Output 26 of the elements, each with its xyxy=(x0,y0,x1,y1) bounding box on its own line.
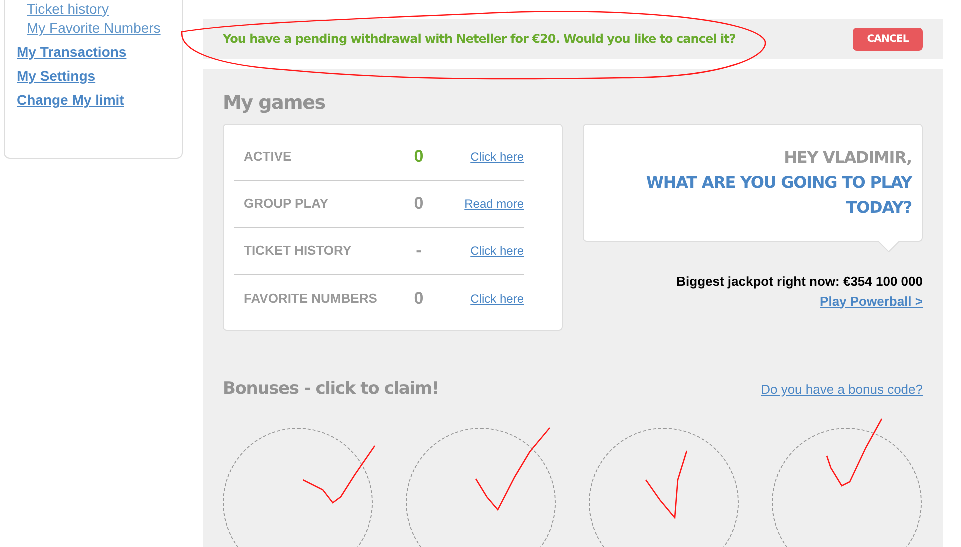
game-count: - xyxy=(415,240,423,262)
game-label: GROUP PLAY xyxy=(243,195,330,214)
section-title: Bonuses - click to claim! xyxy=(223,378,439,401)
game-link[interactable]: Read more xyxy=(464,195,524,213)
game-link[interactable]: Click here xyxy=(470,242,524,260)
game-label: TICKET HISTORY xyxy=(243,242,353,260)
section-title: My games xyxy=(223,91,326,115)
sidebar-link[interactable]: Change My limit xyxy=(17,91,124,109)
game-label: FAVORITE NUMBERS xyxy=(243,290,378,308)
sidebar-sub-link[interactable]: My Favorite Numbers xyxy=(17,19,161,37)
cancel-button[interactable]: CANCEL xyxy=(853,28,923,50)
greeting-name: HEY VLADIMIR, xyxy=(784,147,912,169)
game-count: 0 xyxy=(413,146,425,168)
game-count: 0 xyxy=(413,193,425,216)
game-count: 0 xyxy=(413,288,425,310)
jackpot-text: Biggest jackpot right now: €354 100 000 xyxy=(676,273,923,291)
bonus-code-link[interactable]: Do you have a bonus code? xyxy=(761,380,923,400)
powerball-link[interactable]: Play Powerball > xyxy=(820,292,923,311)
game-link[interactable]: Click here xyxy=(470,290,524,308)
sidebar-sub-link[interactable]: Ticket history xyxy=(17,0,109,18)
greeting-question: WHAT ARE YOU GOING TO PLAY TODAY? xyxy=(645,172,912,219)
game-link[interactable]: Click here xyxy=(470,148,524,166)
notice-message: You have a pending withdrawal with Neteller for €20. Would you like to cancel it? xyxy=(223,31,736,48)
sidebar-link[interactable]: My Transactions xyxy=(17,43,127,61)
game-label: ACTIVE xyxy=(243,148,293,166)
sidebar-link[interactable]: My Settings xyxy=(17,67,96,85)
